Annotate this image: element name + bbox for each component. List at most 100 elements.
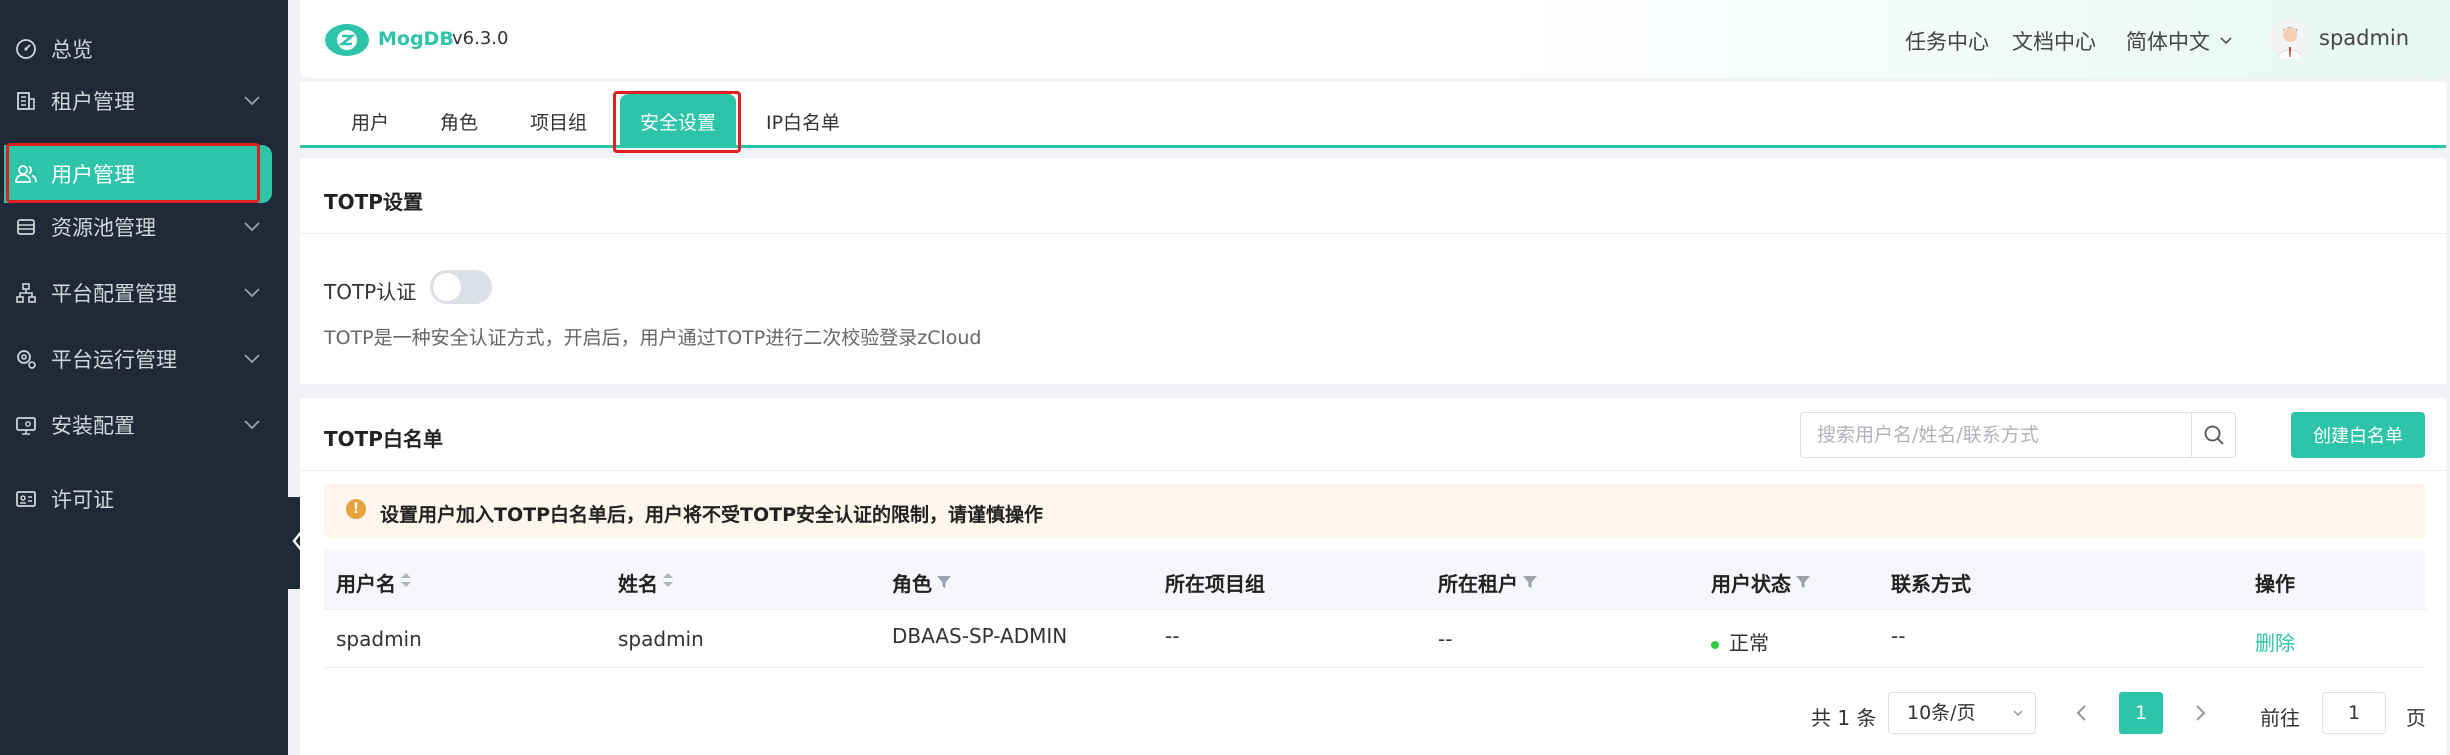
column-label: 角色	[892, 572, 932, 596]
chevron-down-icon	[242, 348, 262, 373]
page-size-select[interactable]: 10条/页	[1888, 692, 2036, 734]
page-size-value: 10条/页	[1907, 702, 1976, 724]
cell-name: spadmin	[618, 627, 704, 651]
nav-item-license[interactable]: 许可证	[0, 474, 288, 524]
nav-item-platform-operation[interactable]: 平台运行管理	[0, 334, 288, 384]
column-header-username[interactable]: 用户名	[336, 568, 412, 597]
column-label: 姓名	[618, 572, 658, 596]
doc-center-link[interactable]: 文档中心	[2012, 26, 2096, 56]
dashboard-icon	[14, 37, 38, 61]
tab-users[interactable]: 用户	[351, 108, 389, 135]
cell-project: --	[1165, 624, 1180, 648]
divider	[300, 233, 2446, 234]
nav-label: 安装配置	[51, 414, 135, 438]
column-header-contact: 联系方式	[1891, 572, 1971, 596]
goto-label: 前往	[2260, 706, 2300, 730]
users-icon	[14, 162, 38, 186]
column-header-project: 所在项目组	[1165, 572, 1265, 596]
chevron-down-icon	[242, 90, 262, 115]
table-header: 用户名 姓名 角色 所在项目组 所在租户 用户状态 联系方式 操作	[324, 550, 2426, 610]
sidebar: 总览 租户管理 用户管理 资源池管理 平台配置管理 平台运行管理 安装配置 许可…	[0, 0, 288, 755]
nav-label: 平台运行管理	[51, 348, 177, 372]
totp-auth-label: TOTP认证	[324, 280, 417, 304]
notice-text: 设置用户加入TOTP白名单后，用户将不受TOTP安全认证的限制，请谨慎操作	[380, 504, 1043, 526]
column-header-status[interactable]: 用户状态	[1711, 568, 1811, 597]
create-whitelist-button[interactable]: 创建白名单	[2291, 412, 2425, 458]
search-icon[interactable]	[2191, 413, 2235, 457]
filter-icon[interactable]	[1522, 571, 1538, 595]
language-label: 简体中文	[2126, 30, 2210, 54]
divider	[300, 470, 2446, 471]
status-dot	[1711, 640, 1719, 649]
tab-bar: 用户 角色 项目组 安全设置 IP白名单	[300, 82, 2446, 148]
nav-label: 平台配置管理	[51, 282, 177, 306]
column-label: 用户状态	[1711, 572, 1791, 596]
nav-label: 许可证	[51, 488, 114, 512]
page-number-1[interactable]: 1	[2119, 692, 2163, 734]
column-label: 用户名	[336, 572, 396, 596]
cell-username: spadmin	[336, 627, 422, 651]
total-count: 共 1 条	[1811, 706, 1877, 730]
tab-project-groups[interactable]: 项目组	[530, 108, 587, 135]
prev-page-button[interactable]	[2064, 692, 2100, 734]
filter-icon[interactable]	[1795, 571, 1811, 595]
monitor-icon	[14, 413, 38, 437]
column-header-name[interactable]: 姓名	[618, 568, 674, 597]
totp-description: TOTP是一种安全认证方式，开启后，用户通过TOTP进行二次校验登录zCloud	[324, 327, 982, 349]
nav-item-resource-pool[interactable]: 资源池管理	[0, 202, 288, 252]
license-icon	[14, 487, 38, 511]
nav-item-platform-config[interactable]: 平台配置管理	[0, 268, 288, 318]
status-text: 正常	[1729, 631, 1769, 655]
chevron-down-icon	[242, 414, 262, 439]
logo-icon	[323, 22, 371, 58]
logo-text: MogDB	[378, 28, 454, 50]
building-icon	[14, 89, 38, 113]
gear-icon	[14, 347, 38, 371]
search-box	[1800, 412, 2236, 458]
table-row: spadmin spadmin DBAAS-SP-ADMIN -- -- 正常 …	[324, 610, 2426, 668]
sort-icon[interactable]	[662, 570, 674, 595]
cell-status: 正常	[1711, 627, 1769, 656]
avatar[interactable]	[2270, 19, 2310, 59]
task-center-link[interactable]: 任务中心	[1905, 26, 1989, 56]
chevron-down-icon	[2011, 694, 2025, 734]
nav-item-user-management[interactable]: 用户管理	[4, 145, 272, 203]
page-unit-label: 页	[2406, 706, 2426, 730]
warning-icon: !	[346, 499, 366, 519]
cell-contact: --	[1891, 624, 1906, 648]
delete-link[interactable]: 删除	[2255, 627, 2295, 656]
totp-settings-title: TOTP设置	[324, 190, 423, 214]
nav-label: 总览	[51, 38, 93, 62]
next-page-button[interactable]	[2182, 692, 2218, 734]
nav-item-tenant-management[interactable]: 租户管理	[0, 76, 288, 126]
column-header-role[interactable]: 角色	[892, 568, 952, 597]
column-header-action: 操作	[2255, 572, 2295, 596]
app-version: v6.3.0	[452, 28, 509, 49]
column-header-tenant[interactable]: 所在租户	[1438, 568, 1538, 597]
sort-icon[interactable]	[400, 570, 412, 595]
cell-tenant: --	[1438, 627, 1453, 651]
sitemap-icon	[14, 281, 38, 305]
nav-label: 用户管理	[51, 163, 135, 187]
username-menu[interactable]: spadmin	[2319, 26, 2409, 50]
search-input[interactable]	[1801, 413, 2191, 457]
chevron-down-icon	[2218, 29, 2234, 53]
nav-item-installation-config[interactable]: 安装配置	[0, 400, 288, 450]
tab-underline	[300, 145, 2446, 148]
language-selector[interactable]: 简体中文	[2126, 26, 2234, 56]
column-label: 所在租户	[1438, 572, 1518, 596]
totp-auth-toggle[interactable]	[430, 270, 492, 304]
goto-page-input[interactable]	[2322, 692, 2386, 734]
whitelist-title: TOTP白名单	[324, 427, 443, 451]
warning-notice: ! 设置用户加入TOTP白名单后，用户将不受TOTP安全认证的限制，请谨慎操作	[324, 484, 2426, 538]
tab-roles[interactable]: 角色	[440, 108, 478, 135]
nav-item-overview[interactable]: 总览	[0, 24, 288, 74]
chevron-down-icon	[242, 216, 262, 241]
tab-security-settings[interactable]: 安全设置	[620, 94, 737, 148]
chevron-down-icon	[242, 282, 262, 307]
totp-settings-card: TOTP设置 TOTP认证 TOTP是一种安全认证方式，开启后，用户通过TOTP…	[300, 158, 2446, 384]
tab-ip-whitelist[interactable]: IP白名单	[766, 108, 840, 135]
database-icon	[14, 215, 38, 239]
nav-label: 资源池管理	[51, 216, 156, 240]
filter-icon[interactable]	[936, 571, 952, 595]
